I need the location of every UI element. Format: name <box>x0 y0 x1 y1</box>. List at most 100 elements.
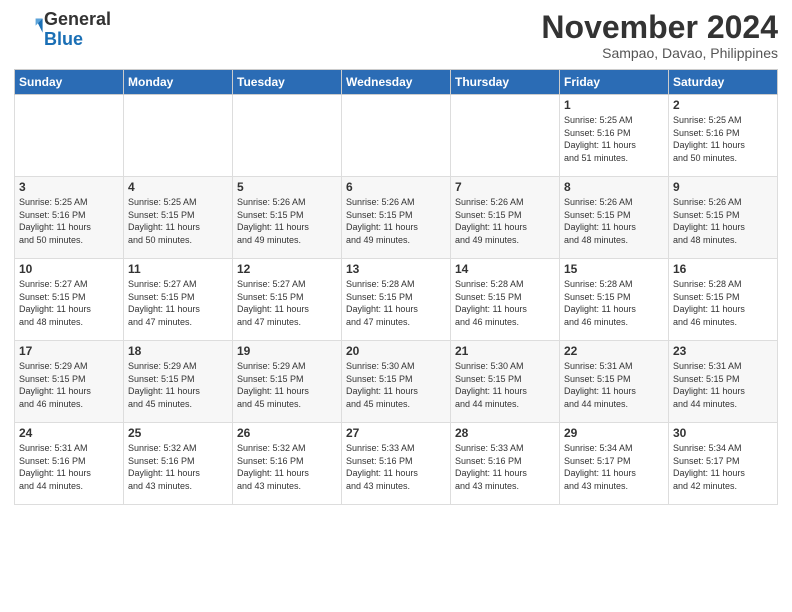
day-number: 1 <box>564 98 664 112</box>
day-number: 29 <box>564 426 664 440</box>
day-info: Sunrise: 5:27 AMSunset: 5:15 PMDaylight:… <box>237 278 337 328</box>
day-info: Sunrise: 5:34 AMSunset: 5:17 PMDaylight:… <box>673 442 773 492</box>
calendar-cell <box>451 95 560 177</box>
week-row-1: 1 Sunrise: 5:25 AMSunset: 5:16 PMDaylight… <box>15 95 778 177</box>
day-info: Sunrise: 5:33 AMSunset: 5:16 PMDaylight:… <box>455 442 555 492</box>
calendar-cell: 10Sunrise: 5:27 AMSunset: 5:15 PMDayligh… <box>15 259 124 341</box>
calendar-cell: 9 Sunrise: 5:26 AMSunset: 5:15 PMDaylight… <box>669 177 778 259</box>
day-number: 15 <box>564 262 664 276</box>
day-info: Sunrise: 5:31 AMSunset: 5:15 PMDaylight:… <box>564 360 664 410</box>
calendar-table: SundayMondayTuesdayWednesdayThursdayFrid… <box>14 69 778 505</box>
day-number: 8 <box>564 180 664 194</box>
calendar-cell: 8 Sunrise: 5:26 AMSunset: 5:15 PMDaylight… <box>560 177 669 259</box>
month-title: November 2024 <box>541 10 778 45</box>
calendar-cell: 7 Sunrise: 5:26 AMSunset: 5:15 PMDaylight… <box>451 177 560 259</box>
day-info: Sunrise: 5:28 AMSunset: 5:15 PMDaylight:… <box>673 278 773 328</box>
header: General Blue November 2024 Sampao, Davao… <box>14 10 778 61</box>
logo-general: General <box>44 10 111 30</box>
logo: General Blue <box>14 10 111 50</box>
day-info: Sunrise: 5:34 AMSunset: 5:17 PMDaylight:… <box>564 442 664 492</box>
calendar-cell <box>342 95 451 177</box>
day-info: Sunrise: 5:26 AMSunset: 5:15 PMDaylight:… <box>564 196 664 246</box>
calendar-cell: 21 Sunrise: 5:30 AMSunset: 5:15 PMDayligh… <box>451 341 560 423</box>
col-header-sunday: Sunday <box>15 70 124 95</box>
calendar-cell: 20 Sunrise: 5:30 AMSunset: 5:15 PMDayligh… <box>342 341 451 423</box>
day-number: 21 <box>455 344 555 358</box>
day-info: Sunrise: 5:26 AMSunset: 5:15 PMDaylight:… <box>237 196 337 246</box>
calendar-cell: 16Sunrise: 5:28 AMSunset: 5:15 PMDayligh… <box>669 259 778 341</box>
day-number: 2 <box>673 98 773 112</box>
calendar-cell: 28 Sunrise: 5:33 AMSunset: 5:16 PMDayligh… <box>451 423 560 505</box>
day-number: 17 <box>19 344 119 358</box>
calendar-cell: 25Sunrise: 5:32 AMSunset: 5:16 PMDayligh… <box>124 423 233 505</box>
day-info: Sunrise: 5:26 AMSunset: 5:15 PMDaylight:… <box>673 196 773 246</box>
day-number: 5 <box>237 180 337 194</box>
day-info: Sunrise: 5:30 AMSunset: 5:15 PMDaylight:… <box>346 360 446 410</box>
day-number: 18 <box>128 344 228 358</box>
title-block: November 2024 Sampao, Davao, Philippines <box>541 10 778 61</box>
day-info: Sunrise: 5:31 AMSunset: 5:15 PMDaylight:… <box>673 360 773 410</box>
calendar-cell <box>124 95 233 177</box>
day-number: 9 <box>673 180 773 194</box>
day-info: Sunrise: 5:26 AMSunset: 5:15 PMDaylight:… <box>346 196 446 246</box>
calendar-cell: 11Sunrise: 5:27 AMSunset: 5:15 PMDayligh… <box>124 259 233 341</box>
calendar-cell: 23Sunrise: 5:31 AMSunset: 5:15 PMDayligh… <box>669 341 778 423</box>
day-number: 12 <box>237 262 337 276</box>
location-subtitle: Sampao, Davao, Philippines <box>541 45 778 61</box>
calendar-cell: 6 Sunrise: 5:26 AMSunset: 5:15 PMDaylight… <box>342 177 451 259</box>
logo-text: General Blue <box>44 10 111 50</box>
col-header-thursday: Thursday <box>451 70 560 95</box>
calendar-cell: 29 Sunrise: 5:34 AMSunset: 5:17 PMDayligh… <box>560 423 669 505</box>
day-number: 28 <box>455 426 555 440</box>
calendar-cell: 3 Sunrise: 5:25 AMSunset: 5:16 PMDaylight… <box>15 177 124 259</box>
calendar-cell: 27 Sunrise: 5:33 AMSunset: 5:16 PMDayligh… <box>342 423 451 505</box>
day-info: Sunrise: 5:31 AMSunset: 5:16 PMDaylight:… <box>19 442 119 492</box>
logo-icon <box>14 13 44 46</box>
col-header-friday: Friday <box>560 70 669 95</box>
day-info: Sunrise: 5:28 AMSunset: 5:15 PMDaylight:… <box>564 278 664 328</box>
col-header-wednesday: Wednesday <box>342 70 451 95</box>
day-info: Sunrise: 5:30 AMSunset: 5:15 PMDaylight:… <box>455 360 555 410</box>
day-number: 19 <box>237 344 337 358</box>
day-number: 6 <box>346 180 446 194</box>
calendar-cell: 12 Sunrise: 5:27 AMSunset: 5:15 PMDayligh… <box>233 259 342 341</box>
day-number: 27 <box>346 426 446 440</box>
week-row-3: 10Sunrise: 5:27 AMSunset: 5:15 PMDayligh… <box>15 259 778 341</box>
logo-blue: Blue <box>44 30 111 50</box>
day-info: Sunrise: 5:26 AMSunset: 5:15 PMDaylight:… <box>455 196 555 246</box>
calendar-cell: 5 Sunrise: 5:26 AMSunset: 5:15 PMDaylight… <box>233 177 342 259</box>
calendar-cell: 15 Sunrise: 5:28 AMSunset: 5:15 PMDayligh… <box>560 259 669 341</box>
page: General Blue November 2024 Sampao, Davao… <box>0 0 792 515</box>
day-info: Sunrise: 5:27 AMSunset: 5:15 PMDaylight:… <box>19 278 119 328</box>
col-header-monday: Monday <box>124 70 233 95</box>
day-number: 24 <box>19 426 119 440</box>
day-number: 4 <box>128 180 228 194</box>
calendar-cell: 30Sunrise: 5:34 AMSunset: 5:17 PMDayligh… <box>669 423 778 505</box>
day-number: 13 <box>346 262 446 276</box>
day-info: Sunrise: 5:28 AMSunset: 5:15 PMDaylight:… <box>346 278 446 328</box>
day-number: 11 <box>128 262 228 276</box>
day-info: Sunrise: 5:28 AMSunset: 5:15 PMDaylight:… <box>455 278 555 328</box>
calendar-cell: 22 Sunrise: 5:31 AMSunset: 5:15 PMDayligh… <box>560 341 669 423</box>
day-number: 22 <box>564 344 664 358</box>
day-info: Sunrise: 5:25 AMSunset: 5:16 PMDaylight:… <box>19 196 119 246</box>
day-number: 20 <box>346 344 446 358</box>
day-info: Sunrise: 5:33 AMSunset: 5:16 PMDaylight:… <box>346 442 446 492</box>
day-info: Sunrise: 5:25 AMSunset: 5:16 PMDaylight:… <box>564 114 664 164</box>
calendar-cell: 26Sunrise: 5:32 AMSunset: 5:16 PMDayligh… <box>233 423 342 505</box>
day-number: 25 <box>128 426 228 440</box>
calendar-cell: 14Sunrise: 5:28 AMSunset: 5:15 PMDayligh… <box>451 259 560 341</box>
day-number: 26 <box>237 426 337 440</box>
week-row-4: 17Sunrise: 5:29 AMSunset: 5:15 PMDayligh… <box>15 341 778 423</box>
calendar-cell: 1 Sunrise: 5:25 AMSunset: 5:16 PMDaylight… <box>560 95 669 177</box>
day-number: 7 <box>455 180 555 194</box>
week-row-2: 3 Sunrise: 5:25 AMSunset: 5:16 PMDaylight… <box>15 177 778 259</box>
calendar-cell <box>15 95 124 177</box>
day-number: 3 <box>19 180 119 194</box>
calendar-cell: 24 Sunrise: 5:31 AMSunset: 5:16 PMDayligh… <box>15 423 124 505</box>
calendar-cell: 2Sunrise: 5:25 AMSunset: 5:16 PMDaylight… <box>669 95 778 177</box>
col-header-tuesday: Tuesday <box>233 70 342 95</box>
day-info: Sunrise: 5:25 AMSunset: 5:15 PMDaylight:… <box>128 196 228 246</box>
calendar-cell: 18Sunrise: 5:29 AMSunset: 5:15 PMDayligh… <box>124 341 233 423</box>
calendar-cell: 13 Sunrise: 5:28 AMSunset: 5:15 PMDayligh… <box>342 259 451 341</box>
